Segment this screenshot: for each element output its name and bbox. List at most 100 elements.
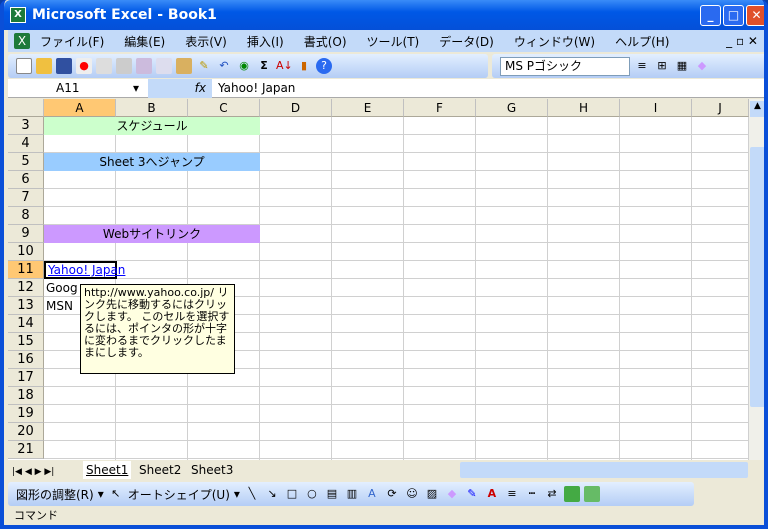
line-style-icon[interactable]: ≡ [504,486,520,502]
column-header-C[interactable]: C [188,99,260,117]
row-header-17[interactable]: 17 [8,369,44,387]
font-select[interactable]: MS Pゴシック [500,56,630,76]
row-header-13[interactable]: 13 [8,297,44,315]
fill-color-icon[interactable]: ◆ [694,58,710,74]
horizontal-scrollbar[interactable] [460,462,748,478]
row-header-18[interactable]: 18 [8,387,44,405]
menu-view[interactable]: 表示(V) [175,33,237,50]
chart-wizard-icon[interactable]: ▮ [296,58,312,74]
tab-sheet2[interactable]: Sheet2 [136,461,184,479]
menu-window[interactable]: ウィンドウ(W) [504,33,605,50]
autosum-icon[interactable]: Σ [256,58,272,74]
arrow-style-icon[interactable]: ⇄ [544,486,560,502]
font-color-icon[interactable]: A [484,486,500,502]
row-header-6[interactable]: 6 [8,171,44,189]
wordart-icon[interactable]: A [364,486,380,502]
permission-icon[interactable]: ● [76,58,92,74]
autoshapes-menu[interactable]: オートシェイプ(U) [128,486,230,503]
menu-help[interactable]: ヘルプ(H) [605,33,679,50]
row-header-11[interactable]: 11 [8,261,44,279]
help-icon[interactable]: ? [316,58,332,74]
scroll-up-button[interactable]: ▲ [750,101,764,117]
new-icon[interactable] [16,58,32,74]
diagram-icon[interactable]: ⟳ [384,486,400,502]
arrow-icon[interactable]: ↘ [264,486,280,502]
row-header-8[interactable]: 8 [8,207,44,225]
menu-insert[interactable]: 挿入(I) [237,33,294,50]
row-header-4[interactable]: 4 [8,135,44,153]
3d-icon[interactable] [583,486,600,502]
picture-icon[interactable]: ▨ [424,486,440,502]
column-header-J[interactable]: J [692,99,749,117]
column-header-F[interactable]: F [404,99,476,117]
row-header-10[interactable]: 10 [8,243,44,261]
cell-web[interactable]: Webサイトリンク [44,225,260,243]
select-objects-icon[interactable]: ↖ [108,486,124,502]
row-header-3[interactable]: 3 [8,117,44,135]
menu-file[interactable]: ファイル(F) [30,33,114,50]
name-box[interactable]: A11 [8,79,148,98]
shadow-icon[interactable] [563,486,580,502]
vertical-scrollbar[interactable]: ▲ [749,99,764,460]
scroll-thumb[interactable] [750,147,764,407]
row-header-14[interactable]: 14 [8,315,44,333]
minimize-button[interactable]: _ [700,5,721,26]
row-header-20[interactable]: 20 [8,423,44,441]
format-painter-icon[interactable]: ✎ [196,58,212,74]
row-header-21[interactable]: 21 [8,441,44,459]
menu-format[interactable]: 書式(O) [294,33,357,50]
cell-yahoo[interactable]: Yahoo! Japan [44,261,125,279]
paste-icon[interactable] [176,58,192,74]
copy-icon[interactable] [156,58,172,74]
tab-sheet1[interactable]: Sheet1 [83,461,132,479]
draw-adjust-menu[interactable]: 図形の調整(R) [16,486,94,503]
column-header-B[interactable]: B [116,99,188,117]
row-header-7[interactable]: 7 [8,189,44,207]
menu-edit[interactable]: 編集(E) [114,33,175,50]
merge-center-icon[interactable]: ⊞ [654,58,670,74]
line-icon[interactable]: ╲ [244,486,260,502]
oval-icon[interactable]: ○ [304,486,320,502]
insert-function-button[interactable]: fx [148,79,212,98]
doc-minimize-button[interactable]: _ ▫ ✕ [716,34,764,48]
column-header-G[interactable]: G [476,99,548,117]
row-header-5[interactable]: 5 [8,153,44,171]
menu-tools[interactable]: ツール(T) [357,33,430,50]
row-header-12[interactable]: 12 [8,279,44,297]
workbook-icon[interactable]: X [14,33,30,49]
cell-schedule[interactable]: スケジュール [44,117,260,135]
column-header-D[interactable]: D [260,99,332,117]
cell-jump[interactable]: Sheet 3へジャンプ [44,153,260,171]
row-header-9[interactable]: 9 [8,225,44,243]
column-header-A[interactable]: A [44,99,116,117]
row-header-19[interactable]: 19 [8,405,44,423]
name-box-dropdown-icon[interactable]: ▾ [133,79,139,98]
undo-icon[interactable]: ↶ [216,58,232,74]
menu-data[interactable]: データ(D) [429,33,504,50]
column-header-H[interactable]: H [548,99,620,117]
column-header-E[interactable]: E [332,99,404,117]
open-icon[interactable] [36,58,52,74]
select-all-button[interactable] [8,99,44,117]
row-header-15[interactable]: 15 [8,333,44,351]
align-center-icon[interactable]: ≡ [634,58,650,74]
dash-style-icon[interactable]: ┅ [524,486,540,502]
borders-icon[interactable]: ▦ [674,58,690,74]
print-icon[interactable] [116,58,132,74]
line-color-icon[interactable]: ✎ [464,486,480,502]
fill-color-icon[interactable]: ◆ [444,486,460,502]
vertical-textbox-icon[interactable]: ▥ [344,486,360,502]
sort-ascending-icon[interactable]: A↓ [276,58,293,74]
hyperlink-icon[interactable]: ◉ [236,58,252,74]
print-preview-icon[interactable] [136,58,152,74]
rectangle-icon[interactable]: □ [284,486,300,502]
close-button[interactable]: ✕ [746,5,764,26]
formula-input[interactable]: Yahoo! Japan [218,79,295,98]
maximize-button[interactable]: □ [723,5,744,26]
sheet-nav-buttons[interactable]: |◀ ◀ ▶ ▶| [8,467,54,477]
email-icon[interactable] [96,58,112,74]
save-icon[interactable] [56,58,72,74]
textbox-icon[interactable]: ▤ [324,486,340,502]
clipart-icon[interactable]: ☺ [404,486,420,502]
column-header-I[interactable]: I [620,99,692,117]
